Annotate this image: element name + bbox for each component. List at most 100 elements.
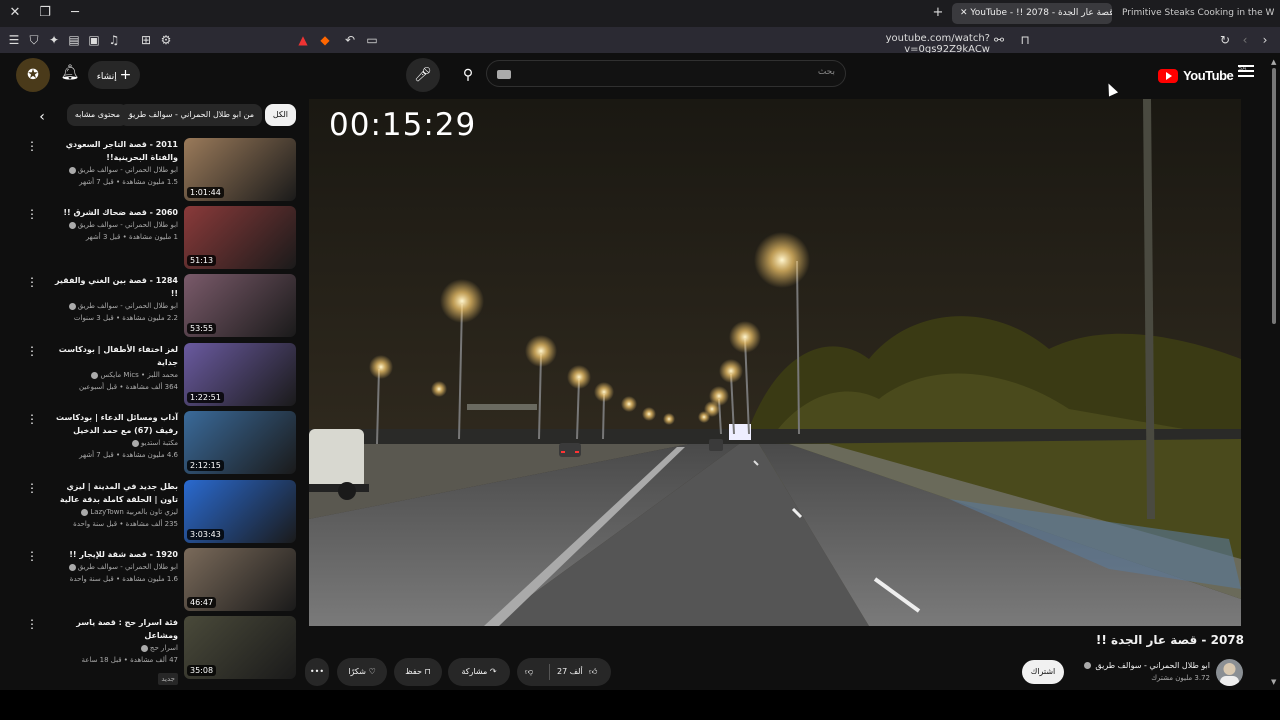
tab-primitive-steaks[interactable]: Primitive Steaks Cooking in the Wild <box>1114 3 1274 24</box>
list-item[interactable]: ⋮ 1284 - قصة بين الغني والفقير !! ابو طلال… <box>20 274 296 338</box>
undo-icon[interactable]: ↶ <box>341 31 359 49</box>
close-window-icon[interactable]: ✕ <box>5 4 25 22</box>
menu-icon[interactable]: ☰ <box>5 31 23 49</box>
keyboard-icon[interactable] <box>497 70 511 79</box>
video-item-channel[interactable]: ابو طلال الحمراني - سوالف طريق <box>50 561 178 573</box>
video-item-channel[interactable]: ليزي تاون بالعربية LazyTown <box>50 506 178 518</box>
tracking-icon[interactable]: ⚯ <box>990 31 1008 49</box>
music-icon[interactable]: ♫ <box>105 31 123 49</box>
list-item[interactable]: ⋮ آداب ومسائل الدعاء | بودكاست رفيف (67) … <box>20 411 296 475</box>
video-thumbnail[interactable]: 3:03:43 <box>184 480 296 543</box>
account-avatar[interactable]: ✪ <box>16 58 50 92</box>
list-item[interactable]: ⋮ فئة اسرار حج : قصة ياسر ومشاعل اسرار حج 4… <box>20 616 296 685</box>
page-scrollbar[interactable]: ▲ ▼ <box>1270 58 1278 690</box>
like-count[interactable]: 27 ألف <box>557 658 583 686</box>
video-item-channel[interactable]: ابو طلال الحمراني - سوالف طريق <box>50 164 178 176</box>
forward-icon[interactable]: › <box>1256 31 1274 49</box>
more-options-icon[interactable]: ⋮ <box>26 482 38 494</box>
like-icon[interactable]: 👍︎ <box>589 658 597 686</box>
video-item-channel[interactable]: محمد اللبز • Mics مايكس <box>50 369 178 381</box>
video-item-title[interactable]: لغز اختفاء الأطفال | بودكاست جداية <box>50 343 178 369</box>
video-thumbnail[interactable]: 46:47 <box>184 548 296 611</box>
video-item-title[interactable]: 1284 - قصة بين الغني والفقير !! <box>50 274 178 300</box>
video-thumbnail[interactable]: 1:22:51 <box>184 343 296 406</box>
like-divider <box>549 664 550 680</box>
scroll-down-icon[interactable]: ▼ <box>1271 678 1276 686</box>
scrollbar-thumb[interactable] <box>1272 68 1276 324</box>
new-tab-icon[interactable]: + <box>928 4 948 22</box>
more-options-icon[interactable]: ⋮ <box>26 550 38 562</box>
pip-icon[interactable]: ▭ <box>363 31 381 49</box>
shield-icon[interactable]: ⛉ <box>25 31 43 49</box>
channel-text: ليزي تاون بالعربية LazyTown <box>90 508 178 516</box>
video-item-channel[interactable]: اسرار حج <box>50 642 178 654</box>
video-meta: 1920 - قصة شقة للإيجار !! ابو طلال الحمرا… <box>50 548 178 585</box>
notifications-bell-icon[interactable]: 🔔︎ <box>60 63 80 83</box>
list-item[interactable]: ⋮ لغز اختفاء الأطفال | بودكاست جداية محمد … <box>20 343 296 407</box>
minimize-window-icon[interactable]: ─ <box>65 4 85 22</box>
video-item-channel[interactable]: ابو طلال الحمراني - سوالف طريق <box>50 219 178 231</box>
video-player[interactable]: 00:15:29 <box>309 99 1241 626</box>
create-button[interactable]: إنشاء + <box>88 61 140 89</box>
guide-menu-icon[interactable] <box>1238 65 1254 79</box>
brave-rewards-icon[interactable]: ▲ <box>294 31 312 49</box>
video-thumbnail[interactable]: 51:13 <box>184 206 296 269</box>
youtube-logo[interactable]: YouTube SA <box>1158 65 1246 83</box>
list-item[interactable]: ⋮ بطل جديد في المدينة | ليزي تاون | الحلق… <box>20 480 296 544</box>
video-item-channel[interactable]: مكتبة استديو <box>50 437 178 449</box>
video-thumbnail[interactable]: 1:01:44 <box>184 138 296 201</box>
more-options-icon[interactable]: ⋮ <box>26 618 38 630</box>
verified-icon <box>1083 662 1091 669</box>
restore-window-icon[interactable]: ❐ <box>35 4 55 22</box>
thanks-icon: ♡ <box>368 667 376 676</box>
address-bar[interactable]: youtube.com/watch?v=0gs92Z9kACw <box>800 33 990 55</box>
channel-name[interactable]: ابو طلال الحمراني - سوالف طريق <box>1070 660 1210 672</box>
reload-icon[interactable]: ↻ <box>1216 31 1234 49</box>
video-item-title[interactable]: آداب ومسائل الدعاء | بودكاست رفيف (67) م… <box>50 411 178 437</box>
scroll-up-icon[interactable]: ▲ <box>1271 58 1276 66</box>
list-item[interactable]: ⋮ 2011 - قصة التاجر السعودي والفتاة البحر… <box>20 138 296 202</box>
video-item-channel[interactable]: ابو طلال الحمراني - سوالف طريق <box>50 300 178 312</box>
video-title: 2078 - قصة عار الجدة !! <box>1095 633 1244 647</box>
bookmark-icon[interactable]: ⊓ <box>1016 31 1034 49</box>
save-button[interactable]: حفظ ⊓ <box>394 658 442 686</box>
more-options-icon[interactable]: ⋮ <box>26 140 38 152</box>
more-options-icon[interactable]: ⋮ <box>26 276 38 288</box>
video-item-title[interactable]: 1920 - قصة شقة للإيجار !! <box>50 548 178 561</box>
video-thumbnail[interactable]: 2:12:15 <box>184 411 296 474</box>
share-button[interactable]: مشاركة ↷ <box>448 658 510 686</box>
settings-icon[interactable]: ⚙ <box>157 31 175 49</box>
list-item[interactable]: ⋮ 2060 - قصة ضحاك الشرق !! ابو طلال الحمرا… <box>20 206 296 270</box>
dislike-icon[interactable]: 👎︎ <box>525 658 533 686</box>
screenshot-icon[interactable]: ⊞ <box>137 31 155 49</box>
video-item-stats: 235 ألف مشاهدة • قبل سنة واحدة <box>73 520 178 528</box>
search-input[interactable]: بحث <box>486 60 846 87</box>
extensions-icon[interactable]: ✦ <box>45 31 63 49</box>
video-item-title[interactable]: 2060 - قصة ضحاك الشرق !! <box>50 206 178 219</box>
video-thumbnail[interactable]: 35:08 <box>184 616 296 679</box>
back-icon[interactable]: ‹ <box>1236 31 1254 49</box>
chip-related[interactable]: محتوى مشابه <box>66 104 128 126</box>
channel-text: اسرار حج <box>149 644 178 652</box>
sidebar-icon[interactable]: ▣ <box>85 31 103 49</box>
video-thumbnail[interactable]: 53:55 <box>184 274 296 337</box>
thanks-button[interactable]: شكرًا ♡ <box>337 658 387 686</box>
list-item[interactable]: ⋮ 1920 - قصة شقة للإيجار !! ابو طلال الحمر… <box>20 548 296 612</box>
chip-from-channel[interactable]: من ابو طلال الحمراني - سوالف طريق <box>118 104 262 126</box>
tab-youtube[interactable]: ✕ YouTube - !! قصة عار الجدة - 2078 <box>952 3 1112 24</box>
tab-close-icon[interactable]: ✕ <box>960 8 970 18</box>
voice-search-icon[interactable]: 🎤︎ <box>406 58 440 92</box>
more-options-icon[interactable]: ⋮ <box>26 345 38 357</box>
more-actions-icon[interactable]: ••• <box>305 658 329 686</box>
chip-all[interactable]: الكل <box>264 104 296 126</box>
video-item-title[interactable]: بطل جديد في المدينة | ليزي تاون | الحلقة… <box>50 480 178 506</box>
more-options-icon[interactable]: ⋮ <box>26 208 38 220</box>
subscribe-button[interactable]: اشتراك <box>1022 660 1064 684</box>
search-icon[interactable]: ⚲ <box>451 58 485 92</box>
more-options-icon[interactable]: ⋮ <box>26 413 38 425</box>
brave-shield-icon[interactable]: ◆ <box>316 31 334 49</box>
video-item-title[interactable]: 2011 - قصة التاجر السعودي والفتاة البحري… <box>50 138 178 164</box>
channel-avatar[interactable] <box>1216 659 1243 686</box>
tabs-icon[interactable]: ▤ <box>65 31 83 49</box>
video-item-title[interactable]: فئة اسرار حج : قصة ياسر ومشاعل <box>50 616 178 642</box>
